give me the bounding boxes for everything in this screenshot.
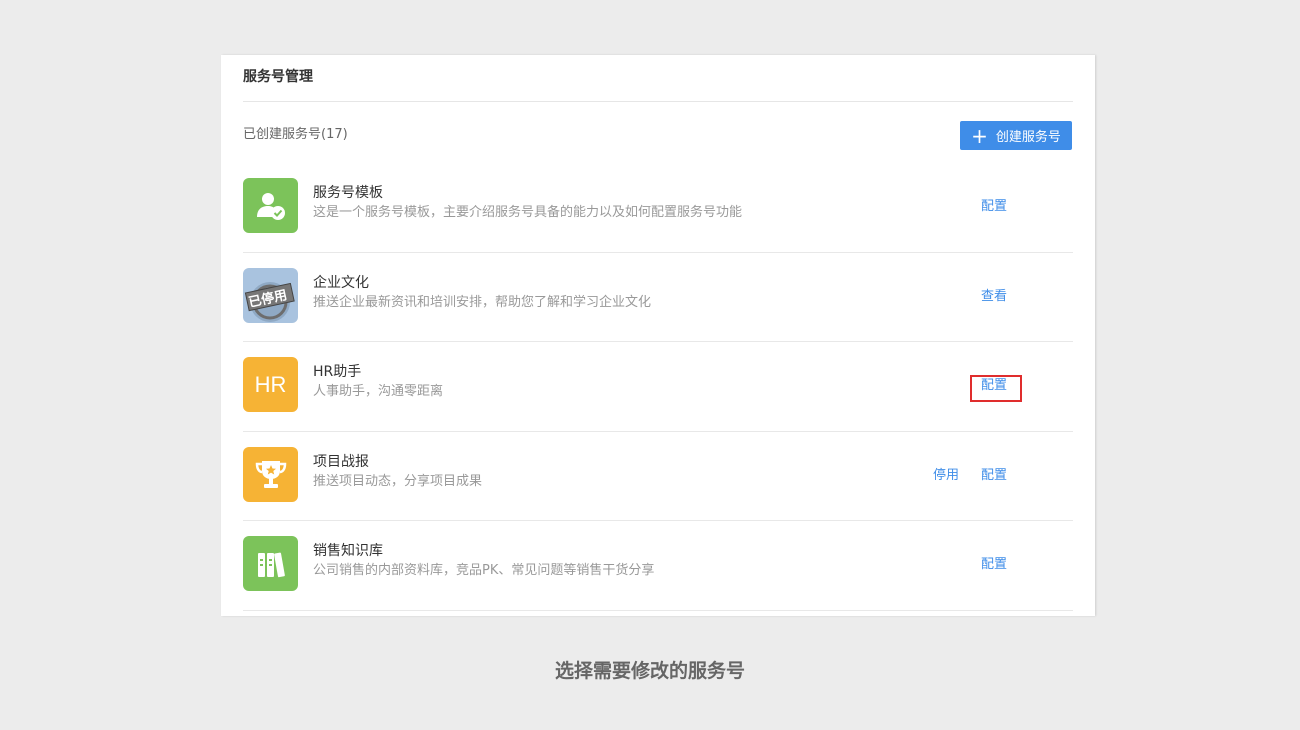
instruction-caption: 选择需要修改的服务号: [554, 660, 745, 682]
disable-link[interactable]: 停用: [933, 467, 959, 485]
list-item: 销售知识库 公司销售的内部资料库，竞品PK、常见问题等销售干货分享 配置: [243, 521, 1073, 611]
list-item: 项目战报 推送项目动态，分享项目成果 停用 配置: [243, 432, 1073, 521]
service-name: HR助手: [313, 364, 362, 380]
list-item: 已停用 企业文化 推送企业最新资讯和培训安排，帮助您了解和学习企业文化 查看: [243, 253, 1073, 342]
hr-icon-text: HR: [254, 371, 287, 397]
books-icon: [243, 536, 298, 591]
view-link[interactable]: 查看: [981, 288, 1007, 306]
configure-link[interactable]: 配置: [981, 198, 1007, 216]
create-service-label: 创建服务号: [995, 130, 1061, 145]
service-name: 销售知识库: [313, 543, 383, 559]
plus-icon: +: [971, 123, 988, 148]
page-title: 服务号管理: [243, 69, 313, 85]
service-name: 项目战报: [313, 453, 369, 470]
disabled-stamp-icon: 已停用: [243, 267, 298, 323]
service-management-panel: 服务号管理 已创建服务号(17) + 创建服务号 服务号模板 这是一个服务号模板…: [221, 55, 1095, 616]
service-description: 这是一个服务号模板，主要介绍服务号具备的能力以及如何配置服务号功能: [313, 205, 743, 220]
divider: [243, 101, 1073, 102]
service-name: 企业文化: [313, 274, 369, 291]
service-description: 人事助手，沟通零距离: [313, 384, 444, 399]
list-item: 服务号模板 这是一个服务号模板，主要介绍服务号具备的能力以及如何配置服务号功能 …: [243, 163, 1073, 253]
service-name: 服务号模板: [313, 185, 383, 201]
configure-link[interactable]: 配置: [981, 556, 1007, 574]
create-service-button[interactable]: + 创建服务号: [960, 121, 1072, 150]
configure-link[interactable]: 配置: [981, 377, 1007, 395]
service-description: 推送项目动态，分享项目成果: [313, 473, 483, 489]
service-description: 推送企业最新资讯和培训安排，帮助您了解和学习企业文化: [313, 294, 652, 310]
service-description: 公司销售的内部资料库，竞品PK、常见问题等销售干货分享: [313, 563, 655, 578]
trophy-icon: [243, 446, 298, 502]
service-list: 服务号模板 这是一个服务号模板，主要介绍服务号具备的能力以及如何配置服务号功能 …: [243, 163, 1073, 611]
list-item: HR HR助手 人事助手，沟通零距离 配置: [243, 342, 1073, 432]
configure-link[interactable]: 配置: [981, 467, 1007, 485]
service-count-label: 已创建服务号(17): [243, 127, 348, 142]
user-check-icon: [243, 178, 298, 233]
hr-icon: HR: [243, 357, 298, 412]
